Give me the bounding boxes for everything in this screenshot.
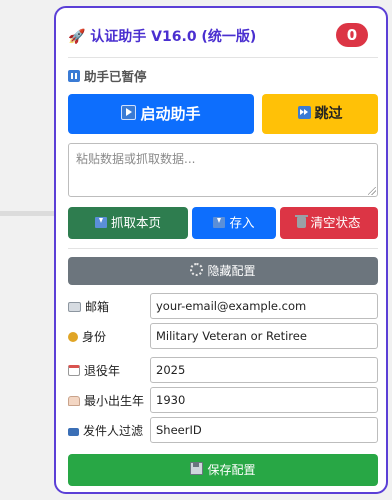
paste-data-textarea[interactable] (68, 143, 378, 197)
store-button[interactable]: 存入 (192, 207, 276, 239)
retire-year-row: 退役年 (68, 357, 378, 383)
identity-field[interactable] (150, 323, 378, 349)
email-field[interactable] (150, 293, 378, 319)
min-birth-year-field[interactable] (150, 387, 378, 413)
birthday-cake-icon (68, 396, 80, 406)
panel-title: 🚀 认证助手 V16.0 (统一版) (68, 29, 257, 45)
start-assistant-label: 启动助手 (140, 105, 201, 123)
status-line: 助手已暂停 (68, 66, 147, 85)
skip-button[interactable]: 跳过 (262, 94, 378, 134)
start-assistant-button[interactable]: 启动助手 (68, 94, 254, 134)
play-icon (121, 105, 137, 120)
resize-handle[interactable] (368, 187, 376, 195)
background-divider (0, 211, 56, 216)
email-label-text: 邮箱 (85, 300, 110, 314)
floppy-disk-icon (190, 462, 204, 475)
sender-filter-row: 发件人过滤 (68, 417, 378, 443)
retire-year-label-text: 退役年 (84, 364, 121, 378)
min-birth-year-label-text: 最小出生年 (84, 394, 145, 408)
header-divider (68, 57, 378, 58)
counter-badge: 0 (336, 23, 368, 47)
scrape-page-label: 抓取本页 (110, 215, 161, 230)
retire-year-label: 退役年 (68, 362, 120, 379)
toggle-config-button[interactable]: 隐藏配置 (68, 257, 378, 285)
inbox-tray-icon (94, 217, 107, 228)
scrape-page-button[interactable]: 抓取本页 (68, 207, 188, 239)
save-config-button[interactable]: 保存配置 (68, 454, 378, 486)
pause-icon (68, 70, 80, 82)
tools-divider (68, 248, 378, 249)
calendar-icon (68, 365, 80, 376)
clear-state-label: 清空状态 (310, 215, 361, 230)
id-card-icon (68, 302, 81, 312)
identity-label: 身份 (68, 328, 106, 345)
assistant-panel: 🚀 认证助手 V16.0 (统一版) 0 助手已暂停 启动助手 跳过 抓取本页 … (54, 6, 388, 494)
toggle-config-label: 隐藏配置 (207, 264, 256, 278)
sender-filter-label-text: 发件人过滤 (83, 424, 144, 438)
identity-row: 身份 (68, 323, 378, 349)
email-label: 邮箱 (68, 298, 109, 315)
trash-icon (295, 215, 309, 228)
email-row: 邮箱 (68, 293, 378, 319)
retire-year-field[interactable] (150, 357, 378, 383)
gear-icon (190, 263, 204, 276)
sender-filter-label: 发件人过滤 (68, 422, 143, 439)
min-birth-year-label: 最小出生年 (68, 392, 144, 409)
store-label: 存入 (229, 215, 255, 230)
save-config-label: 保存配置 (207, 463, 256, 477)
skip-label: 跳过 (314, 106, 343, 122)
medal-icon (68, 332, 78, 342)
fast-forward-icon (297, 106, 311, 119)
status-text: 助手已暂停 (84, 69, 147, 84)
sender-filter-field[interactable] (150, 417, 378, 443)
outbox-tray-icon (213, 217, 226, 228)
mailbox-icon (68, 428, 79, 436)
identity-label-text: 身份 (82, 330, 107, 344)
min-birth-year-row: 最小出生年 (68, 387, 378, 413)
clear-state-button[interactable]: 清空状态 (280, 207, 378, 239)
